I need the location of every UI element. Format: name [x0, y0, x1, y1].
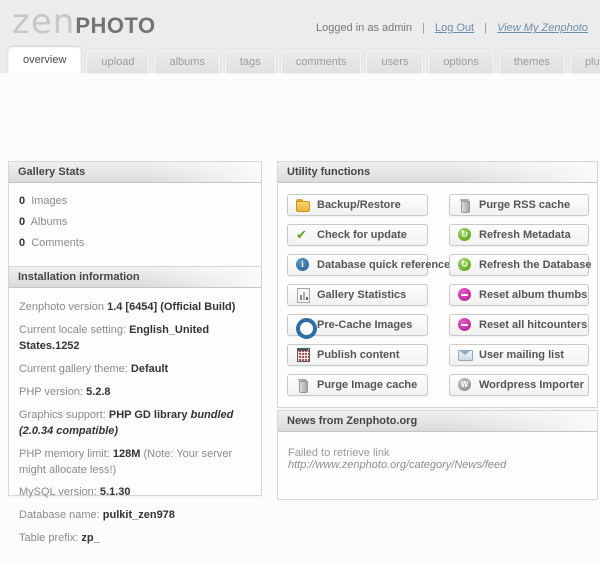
view-site-link[interactable]: View My Zenphoto	[497, 22, 588, 34]
tab-comments[interactable]: comments	[281, 50, 362, 73]
separator: |	[422, 22, 425, 34]
refresh-metadata-button[interactable]: Refresh Metadata	[449, 224, 589, 246]
content-area: Gallery Stats 0 Images 0 Albums 0 Commen…	[0, 73, 600, 400]
admin-tab-bar: overview upload albums tags comments use…	[8, 47, 600, 73]
install-row-memory: PHP memory limit: 128M (Note: Your serve…	[19, 447, 251, 479]
gallery-stats-panel: Gallery Stats 0 Images 0 Albums 0 Commen…	[8, 161, 262, 269]
news-body: Failed to retrieve link http://www.zenph…	[278, 432, 597, 486]
stat-count: 0	[19, 195, 25, 207]
logout-link[interactable]: Log Out	[435, 22, 474, 34]
stat-label: Comments	[31, 237, 84, 249]
minus-icon	[457, 318, 472, 332]
news-panel: News from Zenphoto.org Failed to retriev…	[277, 410, 598, 500]
button-label: Database quick reference	[317, 259, 450, 271]
install-row-mysql: MySQL version: 5.1.30	[19, 485, 251, 501]
tab-users[interactable]: users	[366, 50, 423, 73]
wordpress-icon	[457, 378, 472, 392]
install-row-dbname: Database name: pulkit_zen978	[19, 508, 251, 524]
button-label: Gallery Statistics	[317, 289, 406, 301]
refresh-database-button[interactable]: Refresh the Database	[449, 254, 589, 276]
stat-count: 0	[19, 216, 25, 228]
utility-functions-header: Utility functions	[278, 162, 597, 183]
tab-themes[interactable]: themes	[499, 50, 565, 73]
wordpress-importer-button[interactable]: Wordpress Importer	[449, 374, 589, 396]
purge-image-cache-button[interactable]: Purge Image cache	[287, 374, 428, 396]
button-label: Reset album thumbs	[479, 289, 587, 301]
button-label: Backup/Restore	[317, 199, 401, 211]
stat-label: Images	[31, 195, 67, 207]
session-bar: Logged in as admin | Log Out | View My Z…	[316, 22, 588, 34]
logo-zen-text: zen	[12, 2, 75, 42]
button-label: Check for update	[317, 229, 407, 241]
installation-info-body: Zenphoto version 1.4 [6454] (Official Bu…	[9, 288, 261, 566]
button-label: Wordpress Importer	[479, 379, 584, 391]
utility-buttons-grid: Backup/Restore Purge RSS cache Check for…	[278, 183, 597, 407]
stat-count: 0	[19, 237, 25, 249]
stat-label: Albums	[31, 216, 68, 228]
button-label: Reset all hitcounters	[479, 319, 587, 331]
separator: |	[484, 22, 487, 34]
button-label: Purge Image cache	[317, 379, 417, 391]
tab-options[interactable]: options	[428, 50, 493, 73]
check-icon	[295, 228, 310, 242]
check-for-update-button[interactable]: Check for update	[287, 224, 428, 246]
button-label: Publish content	[317, 349, 400, 361]
gallery-stats-header: Gallery Stats	[9, 162, 261, 183]
reset-all-hitcounters-button[interactable]: Reset all hitcounters	[449, 314, 589, 336]
folder-icon	[295, 198, 310, 212]
installation-info-panel: Installation information Zenphoto versio…	[8, 266, 262, 496]
install-row-theme: Current gallery theme: Default	[19, 362, 251, 378]
chart-icon	[295, 288, 310, 302]
gallery-statistics-button[interactable]: Gallery Statistics	[287, 284, 428, 306]
trash-icon	[295, 378, 310, 392]
zenphoto-logo: zenPHOTO	[12, 2, 156, 42]
install-row-locale: Current locale setting: English_United S…	[19, 323, 251, 355]
install-row-prefix: Table prefix: zp_	[19, 531, 251, 547]
button-label: User mailing list	[479, 349, 564, 361]
button-label: Purge RSS cache	[479, 199, 570, 211]
logo-photo-text: PHOTO	[75, 13, 155, 38]
install-row-version: Zenphoto version 1.4 [6454] (Official Bu…	[19, 300, 251, 316]
user-mailing-list-button[interactable]: User mailing list	[449, 344, 589, 366]
utility-functions-panel: Utility functions Backup/Restore Purge R…	[277, 161, 598, 408]
database-quick-reference-button[interactable]: Database quick reference	[287, 254, 428, 276]
grid-icon	[295, 348, 310, 362]
tab-overview[interactable]: overview	[8, 47, 81, 73]
logged-in-status: Logged in as admin	[316, 22, 412, 34]
installation-info-header: Installation information	[9, 267, 261, 288]
news-error-text: Failed to retrieve link	[288, 447, 390, 459]
tab-albums[interactable]: albums	[154, 50, 219, 73]
cache-icon	[295, 318, 310, 332]
minus-icon	[457, 288, 472, 302]
publish-content-button[interactable]: Publish content	[287, 344, 428, 366]
button-label: Refresh the Database	[479, 259, 592, 271]
news-header: News from Zenphoto.org	[278, 411, 597, 432]
trash-icon	[457, 198, 472, 212]
button-label: Refresh Metadata	[479, 229, 571, 241]
news-feed-url: http://www.zenphoto.org/category/News/fe…	[288, 459, 506, 471]
install-row-graphics: Graphics support: PHP GD library bundled…	[19, 408, 251, 440]
reset-album-thumbs-button[interactable]: Reset album thumbs	[449, 284, 589, 306]
tab-tags[interactable]: tags	[225, 50, 276, 73]
tab-plugins[interactable]: plugins	[570, 50, 600, 73]
tab-upload[interactable]: upload	[86, 50, 149, 73]
refresh-icon	[457, 258, 472, 272]
install-row-php-version: PHP version: 5.2.8	[19, 385, 251, 401]
refresh-icon	[457, 228, 472, 242]
mail-icon	[457, 348, 472, 362]
backup-restore-button[interactable]: Backup/Restore	[287, 194, 428, 216]
stat-albums: 0 Albums	[19, 216, 251, 228]
stat-comments: 0 Comments	[19, 237, 251, 249]
info-icon	[295, 258, 310, 272]
pre-cache-images-button[interactable]: Pre-Cache Images	[287, 314, 428, 336]
purge-rss-cache-button[interactable]: Purge RSS cache	[449, 194, 589, 216]
button-label: Pre-Cache Images	[317, 319, 412, 331]
stat-images: 0 Images	[19, 195, 251, 207]
gallery-stats-body: 0 Images 0 Albums 0 Comments	[9, 183, 261, 268]
